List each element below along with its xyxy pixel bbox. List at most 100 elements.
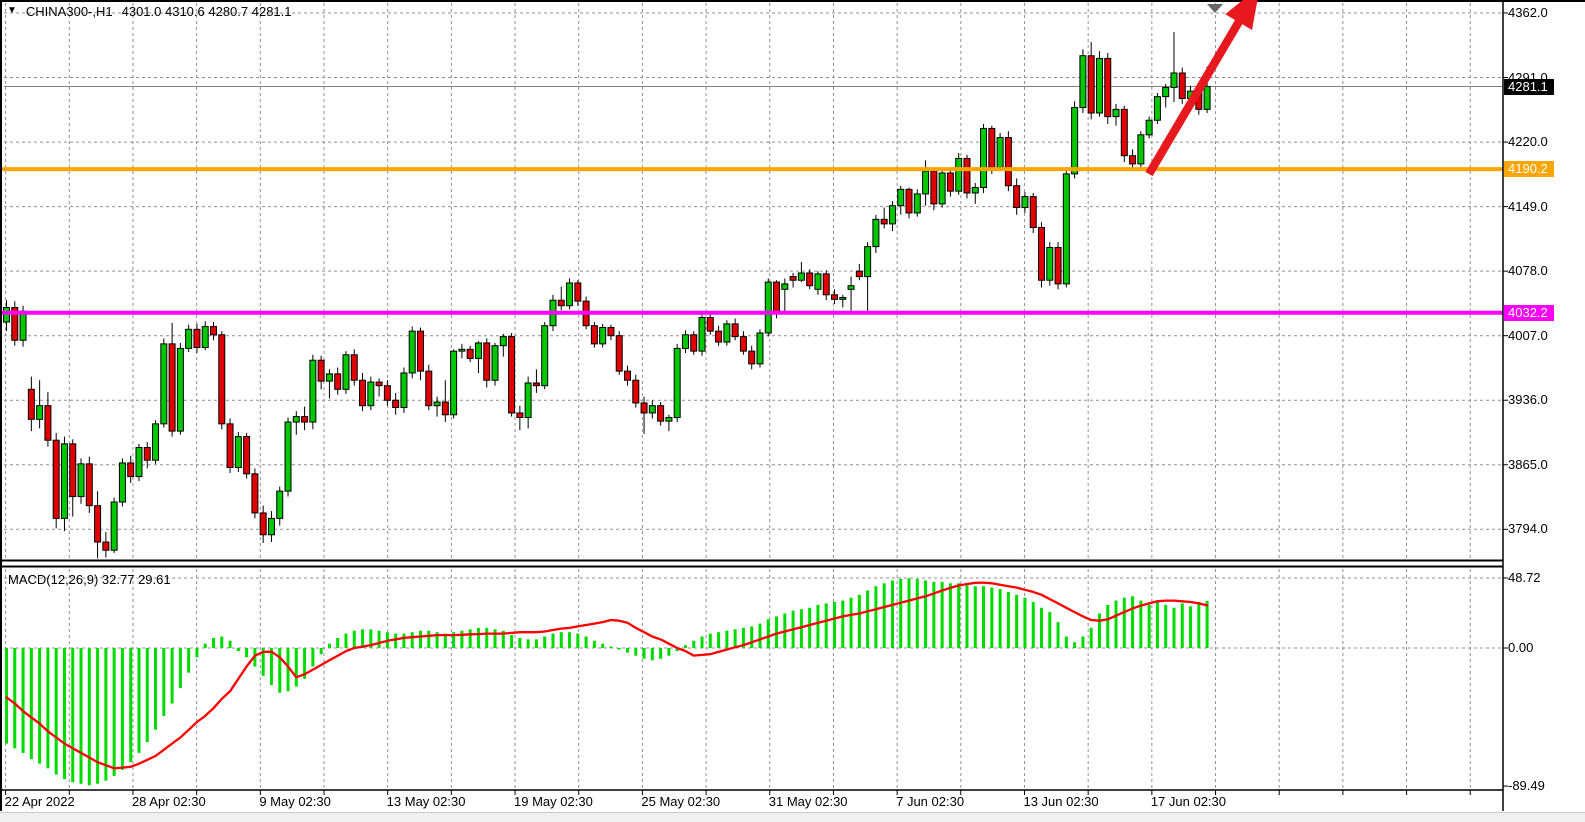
- macd-histogram-bar: [195, 648, 198, 657]
- macd-histogram-bar: [411, 632, 414, 648]
- candle-body: [1088, 56, 1094, 113]
- symbol-dropdown-icon[interactable]: ▼: [7, 5, 17, 16]
- candle-body: [484, 343, 490, 380]
- candle-body: [500, 337, 506, 346]
- macd-histogram-bar: [841, 601, 844, 648]
- candle-body: [293, 417, 299, 422]
- candle-body: [906, 189, 912, 213]
- macd-histogram-bar: [171, 648, 174, 704]
- candle-body: [1030, 197, 1036, 228]
- macd-histogram-bar: [850, 598, 853, 648]
- candle-body: [268, 518, 274, 534]
- macd-histogram-bar: [427, 631, 430, 648]
- candle-body: [567, 283, 573, 306]
- candle-body: [997, 138, 1003, 168]
- macd-histogram-bar: [204, 644, 207, 648]
- macd-histogram-bar: [1189, 606, 1192, 648]
- candle-body: [1113, 109, 1119, 116]
- candle-body: [740, 337, 746, 352]
- chart-window: ▼ CHINA300-,H1 4301.0 4310.6 4280.7 4281…: [0, 0, 1585, 822]
- orange-level-badge: 4190.2: [1504, 161, 1554, 177]
- candle-body: [351, 355, 357, 380]
- macd-histogram-bar: [1148, 605, 1151, 648]
- candle-body: [368, 382, 374, 406]
- candle-body: [989, 128, 995, 167]
- macd-histogram-bar: [220, 637, 223, 648]
- candle-body: [211, 327, 217, 335]
- macd-histogram-bar: [5, 648, 8, 744]
- candle-body: [86, 464, 92, 506]
- candle-body: [716, 331, 722, 342]
- macd-histogram-bar: [22, 648, 25, 753]
- candle-body: [409, 331, 415, 373]
- candle-body: [401, 373, 407, 408]
- candle-body: [78, 464, 84, 497]
- macd-histogram-bar: [1040, 608, 1043, 648]
- macd-histogram-bar: [816, 605, 819, 648]
- candle-body: [1105, 58, 1111, 116]
- candle-body: [815, 274, 821, 289]
- chart-shift-marker-icon[interactable]: [1207, 4, 1223, 13]
- candle-body: [575, 283, 581, 301]
- macd-histogram-bar: [80, 648, 83, 784]
- macd-histogram-bar: [957, 583, 960, 648]
- macd-histogram-bar: [585, 637, 588, 648]
- candle-body: [95, 506, 101, 542]
- macd-histogram-bar: [634, 648, 637, 656]
- candle-body: [898, 189, 904, 205]
- macd-histogram-bar: [874, 586, 877, 648]
- candle-body: [1121, 109, 1127, 155]
- macd-histogram-bar: [543, 637, 546, 648]
- candle-body: [823, 274, 829, 295]
- candle-body: [136, 447, 142, 476]
- chart-canvas: [0, 0, 1585, 822]
- macd-histogram-bar: [551, 634, 554, 648]
- macd-histogram-bar: [758, 624, 761, 648]
- candle-body: [285, 422, 291, 491]
- macd-histogram-bar: [378, 631, 381, 648]
- chart-title: ▼ CHINA300-,H1 4301.0 4310.6 4280.7 4281…: [7, 4, 292, 19]
- candle-body: [459, 349, 465, 351]
- candle-body: [865, 247, 871, 277]
- candle-body: [1163, 88, 1169, 97]
- candle-body: [774, 282, 780, 313]
- macd-histogram-bar: [1065, 637, 1068, 648]
- macd-signal-line: [7, 583, 1208, 769]
- macd-histogram-bar: [808, 608, 811, 648]
- candle-body: [914, 194, 920, 213]
- candle-body: [1146, 120, 1152, 135]
- macd-histogram-bar: [137, 648, 140, 753]
- macd-histogram-bar: [1156, 602, 1159, 648]
- price-axis-label: 4220.0: [1508, 134, 1548, 150]
- candle-body: [1005, 138, 1011, 186]
- candle-body: [889, 206, 895, 224]
- price-axis-label: 4362.0: [1508, 5, 1548, 21]
- candle-body: [20, 311, 26, 340]
- candle-body: [45, 406, 51, 441]
- macd-histogram-bar: [344, 634, 347, 648]
- candle-body: [1022, 197, 1028, 208]
- macd-histogram-bar: [858, 595, 861, 648]
- macd-axis-label: -89.49: [1508, 778, 1545, 794]
- price-axis-label: 4007.0: [1508, 328, 1548, 344]
- macd-histogram-bar: [767, 619, 770, 648]
- candle-body: [848, 286, 854, 290]
- candle-body: [509, 337, 515, 413]
- candle-body: [699, 318, 705, 352]
- macd-histogram-bar: [866, 591, 869, 648]
- candle-body: [972, 188, 978, 193]
- candle-body: [856, 271, 862, 276]
- candle-body: [418, 331, 424, 371]
- macd-histogram-bar: [999, 589, 1002, 648]
- macd-histogram-bar: [146, 648, 149, 742]
- candle-body: [70, 444, 76, 497]
- macd-histogram-bar: [129, 648, 132, 762]
- macd-histogram-bar: [949, 583, 952, 648]
- candle-body: [956, 158, 962, 191]
- candle-body: [840, 298, 846, 300]
- macd-histogram-bar: [717, 632, 720, 648]
- candle-body: [244, 437, 250, 474]
- candle-body: [666, 417, 672, 421]
- candle-body: [658, 406, 664, 421]
- candle-body: [434, 402, 440, 406]
